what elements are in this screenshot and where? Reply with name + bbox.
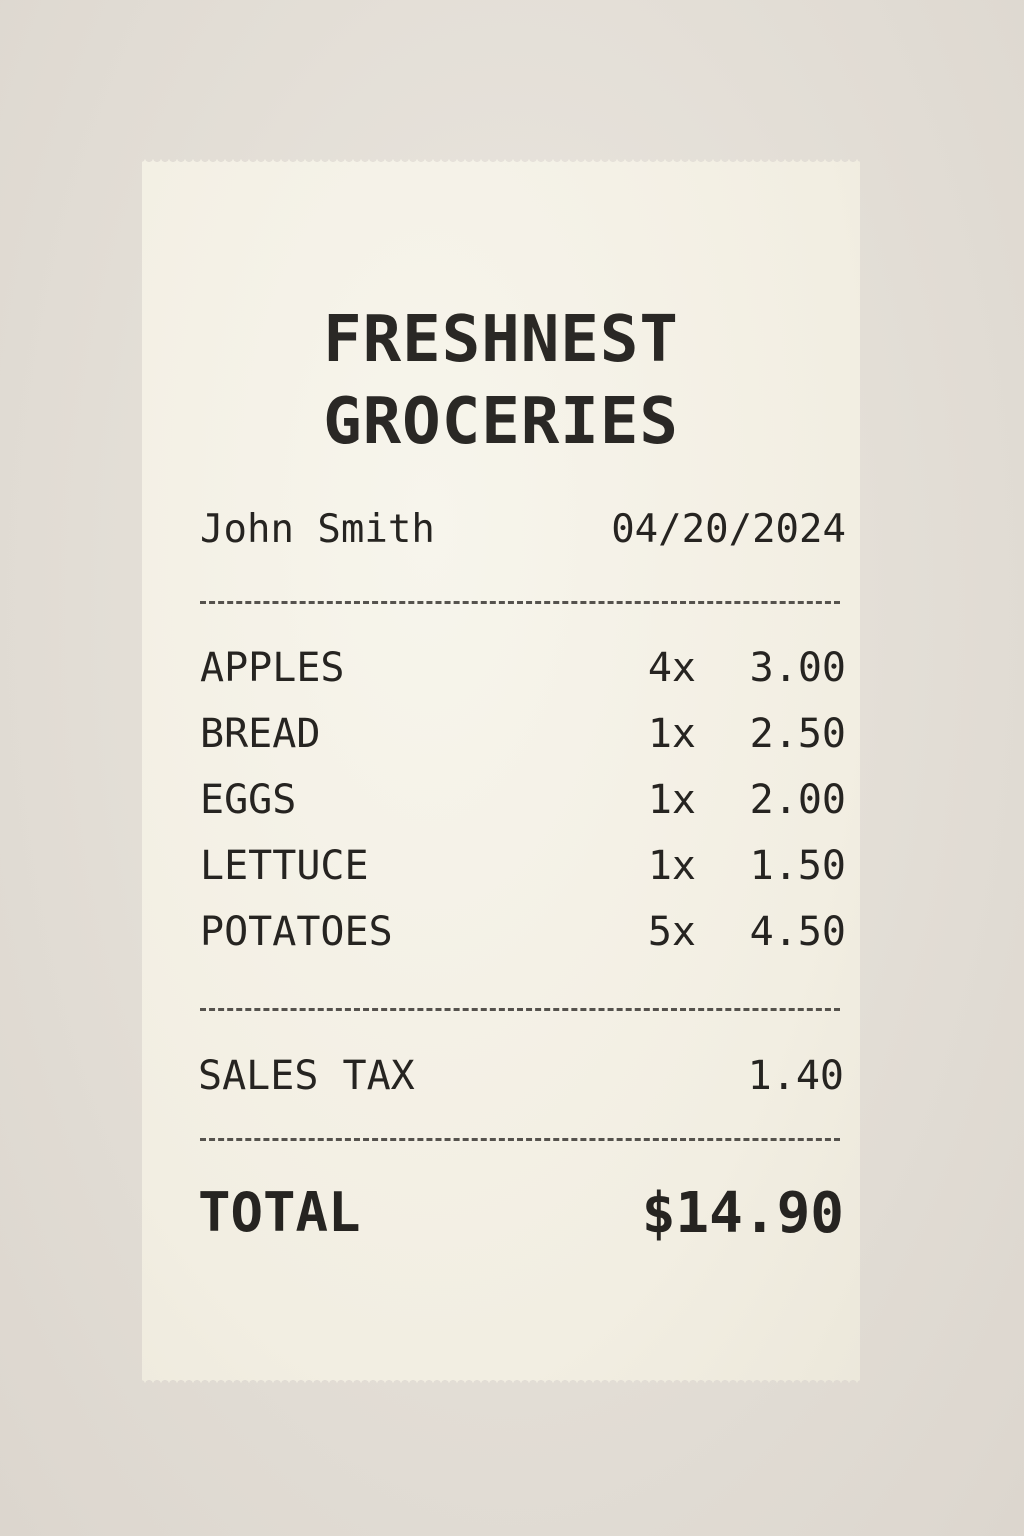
item-quantity: 4x <box>647 645 696 691</box>
item-price: 3.00 <box>749 645 846 691</box>
receipt-date: 04/20/2024 <box>611 507 846 552</box>
item-name: POTATOES <box>200 909 393 955</box>
item-row: POTATOES 5x 4.50 <box>200 912 846 978</box>
item-name: EGGS <box>200 777 297 823</box>
receipt: FRESHNEST GROCERIES John Smith 04/20/202… <box>142 158 860 1384</box>
divider <box>200 601 840 604</box>
item-price: 2.50 <box>749 711 846 757</box>
item-row: APPLES 4x 3.00 <box>200 648 846 714</box>
item-quantity: 1x <box>647 843 696 889</box>
total-value: $14.90 <box>641 1181 844 1246</box>
total-label: TOTAL <box>198 1181 361 1244</box>
item-quantity: 1x <box>647 777 696 823</box>
item-price: 2.00 <box>749 777 846 823</box>
item-row: EGGS 1x 2.00 <box>200 780 846 846</box>
sales-tax-label: SALES TAX <box>198 1053 415 1099</box>
item-row: BREAD 1x 2.50 <box>200 714 846 780</box>
item-name: BREAD <box>200 711 321 757</box>
item-quantity: 1x <box>647 711 696 757</box>
divider <box>200 1008 840 1011</box>
customer-name: John Smith <box>200 507 435 552</box>
store-name-line1: FRESHNEST <box>323 303 679 377</box>
item-name: APPLES <box>200 645 345 691</box>
store-name-line2: GROCERIES <box>323 385 679 459</box>
item-list: APPLES 4x 3.00 BREAD 1x 2.50 EGGS 1x 2.0… <box>200 648 846 978</box>
item-row: LETTUCE 1x 1.50 <box>200 846 846 912</box>
divider <box>200 1138 840 1141</box>
item-price: 1.50 <box>749 843 846 889</box>
sales-tax-value: 1.40 <box>747 1053 844 1099</box>
item-quantity: 5x <box>647 909 696 955</box>
item-price: 4.50 <box>749 909 846 955</box>
item-name: LETTUCE <box>200 843 369 889</box>
